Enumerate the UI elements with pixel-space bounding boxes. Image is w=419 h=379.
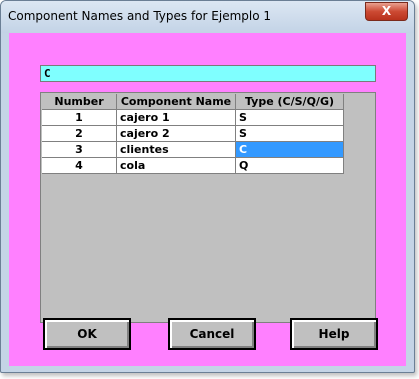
component-name-cell[interactable]: cola: [117, 158, 235, 173]
row-number-cell[interactable]: 1: [42, 110, 116, 125]
component-name-cell[interactable]: cajero 2: [117, 126, 235, 141]
cell-edit-field[interactable]: C: [40, 65, 376, 82]
component-type-cell[interactable]: Q: [236, 158, 343, 173]
cancel-button[interactable]: Cancel: [168, 318, 256, 350]
column-header-component-name: Component Name: [117, 94, 235, 109]
dialog-window: Component Names and Types for Ejemplo 1 …: [0, 0, 415, 373]
component-type-cell[interactable]: S: [236, 126, 343, 141]
component-name-cell[interactable]: clientes: [117, 142, 235, 157]
close-icon: X: [381, 4, 392, 18]
title-bar[interactable]: Component Names and Types for Ejemplo 1 …: [1, 1, 414, 33]
component-type-cell[interactable]: S: [236, 110, 343, 125]
help-button[interactable]: Help: [290, 318, 378, 350]
row-number-cell[interactable]: 2: [42, 126, 116, 141]
window-title: Component Names and Types for Ejemplo 1: [8, 9, 272, 23]
column-header-type: Type (C/S/Q/G): [236, 94, 343, 109]
close-button[interactable]: X: [365, 2, 408, 21]
components-table: Number Component Name Type (C/S/Q/G) 1 c…: [42, 94, 344, 174]
component-type-cell-selected[interactable]: C: [236, 142, 343, 157]
row-number-cell[interactable]: 4: [42, 158, 116, 173]
components-grid[interactable]: Number Component Name Type (C/S/Q/G) 1 c…: [40, 92, 376, 323]
dialog-body: C Number Component Name Type (C/S/Q/G) 1…: [9, 33, 406, 366]
ok-button[interactable]: OK: [43, 318, 131, 350]
column-header-number: Number: [42, 94, 116, 109]
component-name-cell[interactable]: cajero 1: [117, 110, 235, 125]
row-number-cell[interactable]: 3: [42, 142, 116, 157]
